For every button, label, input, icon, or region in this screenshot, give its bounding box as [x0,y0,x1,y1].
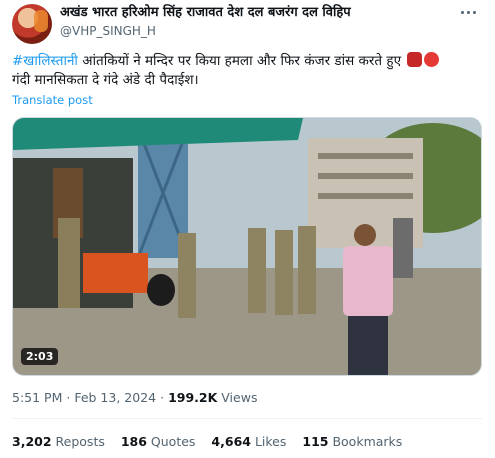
quotes-count: 186 [120,434,147,449]
tweet-text: #खालिस्तानी आंतकियों ने मन्दिर पर किया ह… [12,52,482,90]
views-count: 199.2K [168,390,218,405]
author-avatar[interactable] [12,4,52,44]
video-player[interactable]: 2:03 [12,117,482,376]
author-display-name[interactable]: अखंड भारत हरिओम सिंह राजावत देश दल बजरंग… [60,4,460,22]
video-duration-badge: 2:03 [21,348,59,365]
more-options-icon[interactable] [455,2,481,22]
tweet-time[interactable]: 5:51 PM [12,390,62,405]
translate-post-link[interactable]: Translate post [12,93,93,107]
bookmarks-count: 115 [302,434,329,449]
views-label: Views [221,390,258,405]
reposts-count: 3,202 [12,434,52,449]
tweet-text-line2: गंदी मानसिकता दे गंदे अंडे दी पैदाईश। [12,72,199,88]
quotes-stat[interactable]: 186 Quotes [121,434,196,449]
meta-separator: · [66,390,71,405]
tweet-meta: 5:51 PM · Feb 13, 2024 · 199.2K Views [12,390,257,405]
bookmarks-label: Bookmarks [332,434,403,449]
hashtag-link[interactable]: #खालिस्तानी [12,53,78,69]
divider [12,418,482,419]
tweet-card[interactable]: अखंड भारत हरिओम सिंह राजावत देश दल बजरंग… [0,0,495,458]
likes-count: 4,664 [211,434,251,449]
likes-stat[interactable]: 4,664 Likes [211,434,286,449]
likes-label: Likes [254,434,287,449]
bookmarks-stat[interactable]: 115 Bookmarks [302,434,402,449]
author-handle[interactable]: @VHP_SINGH_H [60,22,460,40]
quotes-label: Quotes [150,434,196,449]
engagement-stats: 3,202 Reposts 186 Quotes 4,664 Likes 115… [12,434,414,449]
angry-face-emoji-icon [424,52,440,67]
tweet-date[interactable]: Feb 13, 2024 [74,390,156,405]
reposts-label: Reposts [55,434,105,449]
meta-separator-2: · [160,390,165,405]
tweet-text-line1: आंतकियों ने मन्दिर पर किया हमला और फिर क… [77,53,402,69]
ogre-emoji-icon [407,52,423,67]
video-frame [13,118,481,375]
tweet-header: अखंड भारत हरिओम सिंह राजावत देश दल बजरंग… [60,4,460,40]
reposts-stat[interactable]: 3,202 Reposts [12,434,105,449]
